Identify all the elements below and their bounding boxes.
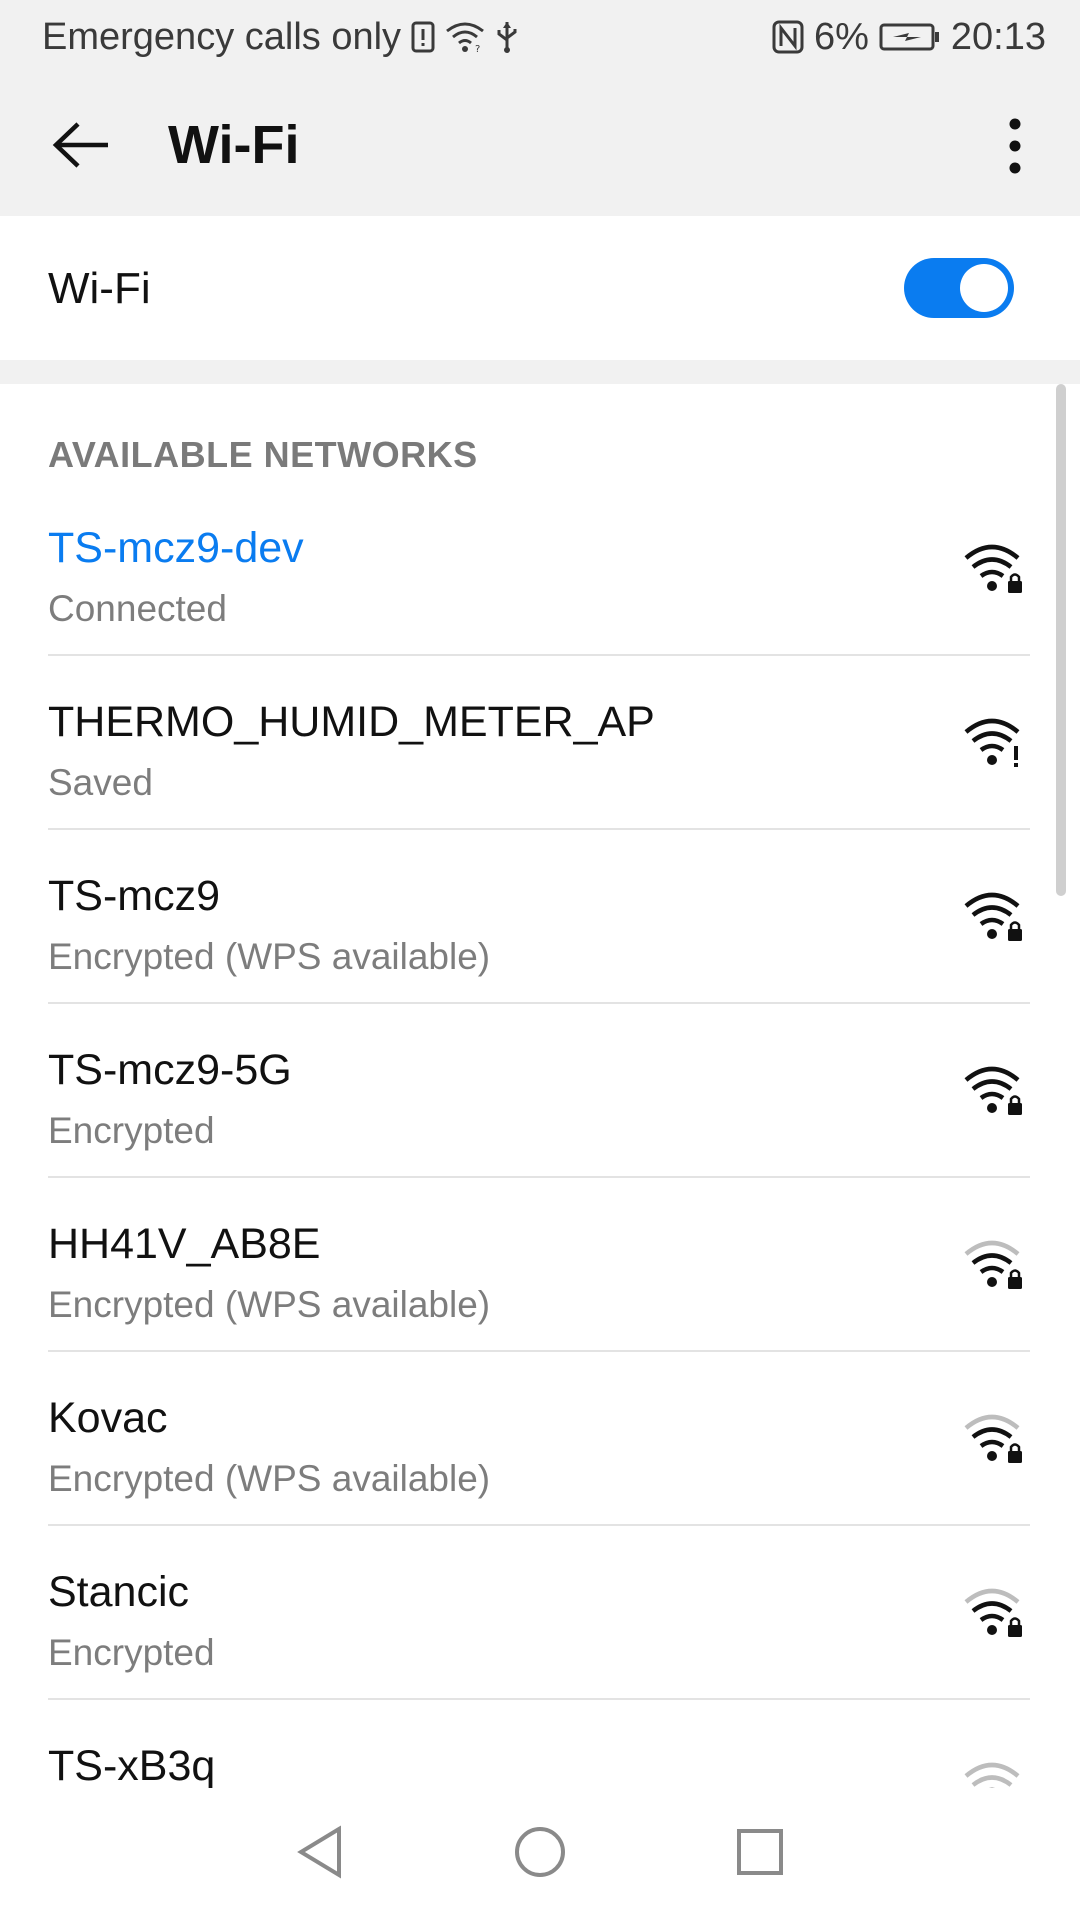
network-item[interactable]: TS-mcz9-dev Connected: [0, 482, 1080, 656]
more-options-button[interactable]: [990, 108, 1040, 188]
wifi-signal-warning-icon: [960, 714, 1032, 772]
nfc-icon: [772, 20, 804, 54]
wifi-signal-lock-icon: [960, 540, 1032, 598]
wifi-toggle-row[interactable]: Wi-Fi: [0, 216, 1080, 360]
app-bar: Wi-Fi: [0, 74, 1080, 216]
network-status: Saved: [48, 762, 153, 803]
usb-icon: [495, 20, 519, 54]
network-status: Encrypted: [48, 1110, 215, 1151]
clock: 20:13: [950, 15, 1046, 58]
network-status: Encrypted (WPS available): [48, 1284, 491, 1325]
network-name: TS-xB3q: [48, 1742, 216, 1788]
network-item[interactable]: Kovac Encrypted (WPS available): [0, 1352, 1080, 1526]
wifi-signal-lock-icon: [960, 1062, 1032, 1120]
back-button[interactable]: [42, 112, 122, 182]
wifi-signal-lock-icon: [960, 888, 1032, 946]
wifi-signal-lock-icon: [960, 1410, 1032, 1468]
more-vert-icon: [1008, 116, 1022, 181]
network-status: Encrypted: [48, 1632, 215, 1673]
nav-back-button[interactable]: [290, 1824, 350, 1884]
wifi-icon: ?: [445, 21, 485, 53]
network-name: TS-mcz9-dev: [48, 524, 304, 572]
network-item[interactable]: THERMO_HUMID_METER_AP Saved: [0, 656, 1080, 830]
switch-knob: [960, 264, 1008, 312]
network-name: Stancic: [48, 1568, 190, 1616]
battery-charging-icon: [879, 22, 941, 52]
wifi-switch[interactable]: [904, 258, 1014, 318]
nav-home-button[interactable]: [510, 1824, 570, 1884]
page-title: Wi-Fi: [168, 115, 300, 175]
nav-recents-button[interactable]: [730, 1824, 790, 1884]
system-nav-bar: [0, 1788, 1080, 1920]
svg-text:?: ?: [475, 44, 480, 53]
home-circle-icon: [513, 1825, 567, 1884]
battery-percent: 6%: [813, 15, 869, 58]
wifi-signal-lock-icon: [960, 1236, 1032, 1294]
network-status: Encrypted (WPS available): [48, 1458, 491, 1499]
networks-list-card: AVAILABLE NETWORKS TS-mcz9-dev Connected…: [0, 384, 1080, 1788]
network-item[interactable]: TS-mcz9 Encrypted (WPS available): [0, 830, 1080, 1004]
sim-alert-icon: [411, 21, 435, 53]
network-name: TS-mcz9: [48, 872, 220, 920]
network-name: Kovac: [48, 1394, 168, 1442]
network-name: TS-mcz9-5G: [48, 1046, 292, 1094]
network-item[interactable]: TS-xB3q: [0, 1700, 1080, 1788]
network-item[interactable]: TS-mcz9-5G Encrypted: [0, 1004, 1080, 1178]
recents-square-icon: [736, 1828, 784, 1881]
network-item[interactable]: HH41V_AB8E Encrypted (WPS available): [0, 1178, 1080, 1352]
back-arrow-icon: [52, 120, 112, 175]
wifi-signal-lock-icon: [960, 1584, 1032, 1642]
network-status: Encrypted (WPS available): [48, 936, 491, 977]
network-name: THERMO_HUMID_METER_AP: [48, 698, 655, 746]
section-header: AVAILABLE NETWORKS: [48, 434, 478, 475]
network-list: TS-mcz9-dev Connected THERMO_HUMID_METER…: [0, 482, 1080, 1788]
wifi-signal-lock-icon: [960, 1758, 1032, 1788]
wifi-toggle-label: Wi-Fi: [48, 264, 151, 313]
network-name: HH41V_AB8E: [48, 1220, 321, 1268]
carrier-text: Emergency calls only: [42, 15, 402, 58]
status-bar: Emergency calls only ? 6% 20:13: [0, 0, 1080, 74]
network-item[interactable]: Stancic Encrypted: [0, 1526, 1080, 1700]
back-triangle-icon: [295, 1824, 345, 1884]
network-status: Connected: [48, 588, 227, 629]
